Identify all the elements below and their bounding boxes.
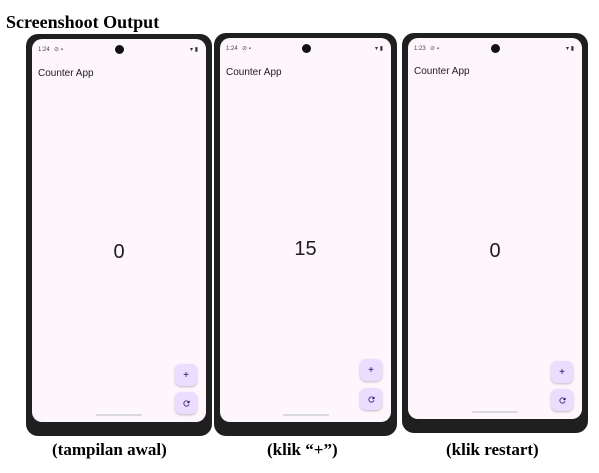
gesture-bar[interactable] xyxy=(472,411,518,413)
caption-initial: (tampilan awal) xyxy=(52,440,167,459)
caption-after-plus: (klik “+”) xyxy=(267,440,338,459)
notification-icons: ⊘ ▪ xyxy=(242,46,251,52)
app-screen: 1:23 ⊘ ▪ ▾ ▮ Counter App 0 + xyxy=(408,38,582,419)
counter-value: 15 xyxy=(294,238,317,260)
status-time: 1:24 xyxy=(226,46,238,52)
status-bar: 1:23 ⊘ ▪ ▾ ▮ xyxy=(408,38,582,58)
battery-icon: ▮ xyxy=(194,47,198,53)
phone-screenshot-after-restart: 1:23 ⊘ ▪ ▾ ▮ Counter App 0 + xyxy=(402,33,588,433)
battery-icon: ▮ xyxy=(379,46,383,52)
camera-cutout xyxy=(301,44,311,53)
phone-screenshot-initial: 1:24 ⊘ ▪ ▾ ▮ Counter App 0 + xyxy=(26,34,212,436)
page-heading: Screenshoot Output xyxy=(6,12,160,32)
increment-button[interactable]: + xyxy=(551,361,573,383)
status-time: 1:23 xyxy=(414,46,426,52)
notification-icons: ⊘ ▪ xyxy=(430,46,439,52)
status-icons: ▾ ▮ xyxy=(375,45,383,53)
refresh-icon xyxy=(367,395,374,402)
counter-value: 0 xyxy=(113,241,125,263)
camera-cutout xyxy=(115,45,124,54)
app-screen: 1:24 ⊘ ▪ ▾ ▮ Counter App 0 + xyxy=(32,39,206,422)
status-bar: 1:24 ⊘ ▪ ▾ ▮ xyxy=(32,39,206,59)
plus-icon: + xyxy=(559,366,565,378)
notification-icons: ⊘ ▪ xyxy=(54,47,63,53)
app-title: Counter App xyxy=(414,66,470,77)
wifi-icon: ▾ xyxy=(375,46,379,52)
phone-screenshot-after-plus: 1:24 ⊘ ▪ ▾ ▮ Counter App 15 + xyxy=(214,33,397,436)
gesture-bar[interactable] xyxy=(282,414,329,416)
status-icons: ▾ ▮ xyxy=(566,45,574,53)
reset-button[interactable] xyxy=(175,392,197,414)
battery-icon: ▮ xyxy=(570,46,574,52)
reset-button[interactable] xyxy=(551,389,573,411)
status-icons: ▾ ▮ xyxy=(190,46,198,54)
increment-button[interactable]: + xyxy=(360,359,382,381)
app-screen: 1:24 ⊘ ▪ ▾ ▮ Counter App 15 + xyxy=(220,38,391,422)
gesture-bar[interactable] xyxy=(96,414,142,416)
caption-after-restart: (klik restart) xyxy=(446,440,539,459)
reset-button[interactable] xyxy=(360,388,382,410)
refresh-icon xyxy=(558,396,565,403)
increment-button[interactable]: + xyxy=(175,364,197,386)
status-bar: 1:24 ⊘ ▪ ▾ ▮ xyxy=(220,38,391,58)
counter-value: 0 xyxy=(489,240,501,262)
plus-icon: + xyxy=(183,369,189,381)
refresh-icon xyxy=(182,399,189,406)
camera-cutout xyxy=(491,44,500,53)
status-time: 1:24 xyxy=(38,47,50,53)
wifi-icon: ▾ xyxy=(566,46,570,52)
wifi-icon: ▾ xyxy=(190,47,194,53)
app-title: Counter App xyxy=(226,67,282,78)
plus-icon: + xyxy=(368,364,374,376)
app-title: Counter App xyxy=(38,68,94,79)
